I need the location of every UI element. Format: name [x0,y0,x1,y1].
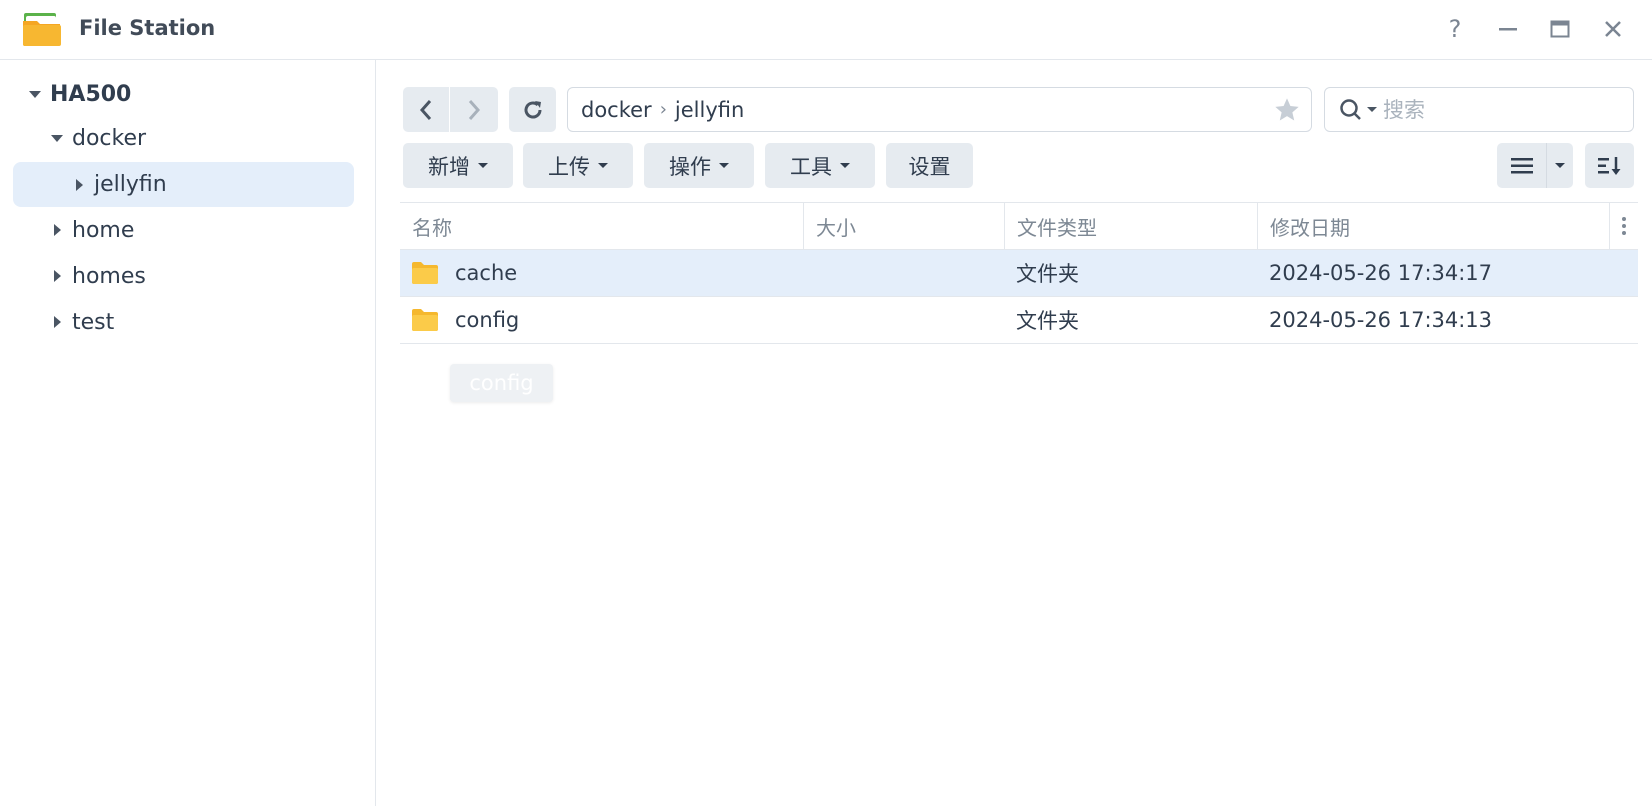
file-list: 名称 大小 文件类型 修改日期 cache 文件夹 2024-05-26 17:… [400,202,1638,344]
column-name-label: 名称 [412,215,452,240]
sort-button[interactable] [1585,143,1634,188]
file-name: config [455,308,520,332]
tree-item-label: jellyfin [94,172,167,197]
search-icon[interactable] [1339,98,1365,122]
sort-icon [1597,156,1620,175]
folder-icon [412,309,438,331]
title-bar: File Station ? [0,0,1652,60]
tree-item-label: HA500 [50,81,132,107]
dropdown-caret-icon [840,163,850,168]
favorite-star-icon[interactable] [1273,96,1301,124]
collapse-caret-icon[interactable] [46,270,68,282]
tools-button[interactable]: 工具 [765,143,875,188]
view-options-button[interactable] [1547,143,1573,188]
tree-item-homes[interactable]: homes [46,254,146,298]
search-input[interactable] [1381,96,1605,123]
dropdown-caret-icon [478,163,488,168]
file-list-header: 名称 大小 文件类型 修改日期 [400,202,1638,250]
upload-button-label: 上传 [548,154,590,179]
chevron-down-icon [1555,163,1565,168]
tools-button-label: 工具 [790,154,832,179]
file-type: 文件夹 [1016,262,1079,286]
action-button-label: 操作 [669,154,711,179]
help-button[interactable]: ? [1438,12,1472,46]
list-view-icon [1510,157,1533,173]
chevron-right-icon [468,99,481,120]
maximize-icon [1550,20,1570,38]
chevron-left-icon [419,99,432,120]
tree-item-label: home [72,217,135,243]
app-title: File Station [79,16,216,40]
tree-item-jellyfin[interactable]: jellyfin [13,162,354,207]
tree-root-ha500[interactable]: HA500 [24,72,131,116]
minimize-button[interactable] [1491,12,1525,46]
column-header-name[interactable]: 名称 [400,203,803,249]
dropdown-caret-icon [719,163,729,168]
refresh-icon [524,100,541,118]
view-mode-control [1497,143,1573,188]
column-header-modified[interactable]: 修改日期 [1257,203,1610,249]
column-size-label: 大小 [816,215,856,240]
breadcrumb-jellyfin[interactable]: jellyfin [675,98,744,122]
tree-item-home[interactable]: home [46,208,134,252]
more-vertical-icon [1622,217,1626,235]
expand-caret-icon[interactable] [24,90,46,98]
file-modified: 2024-05-26 17:34:13 [1269,308,1493,332]
file-row-cache[interactable]: cache 文件夹 2024-05-26 17:34:17 [400,250,1638,297]
breadcrumb-separator-icon: › [659,99,667,120]
tree-item-label: homes [72,263,146,289]
folder-tree: HA500 docker jellyfin home homes test [0,60,376,806]
close-button[interactable] [1596,12,1630,46]
refresh-button[interactable] [509,87,556,132]
collapse-caret-icon[interactable] [46,316,68,328]
path-bar[interactable]: docker › jellyfin [567,87,1312,132]
expand-caret-icon[interactable] [46,134,68,142]
file-modified: 2024-05-26 17:34:17 [1269,261,1493,285]
collapse-caret-icon[interactable] [46,224,68,236]
maximize-button[interactable] [1543,12,1577,46]
new-button[interactable]: 新增 [403,143,513,188]
column-modified-label: 修改日期 [1270,215,1350,240]
action-button[interactable]: 操作 [644,143,754,188]
tree-item-test[interactable]: test [46,300,114,344]
settings-button-label: 设置 [908,154,951,179]
upload-button[interactable]: 上传 [523,143,633,188]
file-station-logo-icon [23,13,61,46]
column-menu-button[interactable] [1609,203,1638,249]
column-type-label: 文件类型 [1017,215,1097,240]
collapse-caret-icon[interactable] [68,178,90,191]
breadcrumb-docker[interactable]: docker [581,98,652,122]
file-name: cache [455,261,518,285]
tree-item-label: test [72,309,115,335]
list-view-button[interactable] [1497,143,1547,188]
drag-preview: config [450,364,553,402]
close-icon [1605,21,1621,37]
back-button[interactable] [403,87,449,132]
column-header-size[interactable]: 大小 [803,203,1004,249]
tree-item-label: docker [72,125,147,151]
column-header-type[interactable]: 文件类型 [1004,203,1257,249]
minimize-icon [1499,28,1517,31]
tree-item-docker[interactable]: docker [46,116,146,160]
file-row-config[interactable]: config 文件夹 2024-05-26 17:34:13 [400,297,1638,344]
help-icon: ? [1448,15,1462,43]
search-box[interactable] [1324,87,1634,132]
new-button-label: 新增 [428,154,470,179]
folder-icon [412,262,438,284]
dropdown-caret-icon [598,163,608,168]
settings-button[interactable]: 设置 [886,143,973,188]
search-options-caret-icon[interactable] [1367,107,1377,112]
file-type: 文件夹 [1016,309,1079,333]
forward-button[interactable] [450,87,498,132]
